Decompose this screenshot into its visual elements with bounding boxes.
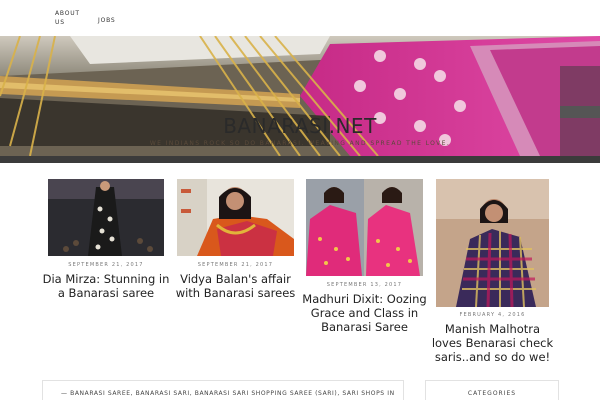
post-title-link[interactable]: Manish Malhotra loves Benarasi check sar… bbox=[430, 322, 555, 364]
sidebar-categories-widget: CATEGORIES bbox=[425, 380, 559, 400]
categories-heading: CATEGORIES bbox=[467, 390, 517, 397]
post-thumbnail-madhuri-dixit[interactable] bbox=[306, 179, 423, 276]
post-title-link[interactable]: Vidya Balan's affair with Banarasi saree… bbox=[171, 272, 300, 300]
post-thumbnail-manish-malhotra[interactable] bbox=[436, 179, 549, 307]
post-date: FEBRUARY 4, 2016 bbox=[459, 312, 526, 318]
post-card: SEPTEMBER 21, 2017 Dia Mirza: Stunning i… bbox=[43, 179, 169, 309]
post-title-link[interactable]: Dia Mirza: Stunning in a Banarasi saree bbox=[42, 272, 170, 300]
post-date: SEPTEMBER 21, 2017 bbox=[68, 262, 144, 268]
site-title[interactable]: BANARASI.NET bbox=[0, 114, 600, 138]
post-date: SEPTEMBER 21, 2017 bbox=[197, 262, 274, 268]
top-navigation: ABOUT US JOBS bbox=[0, 0, 600, 36]
hero-divider-bar bbox=[0, 156, 600, 163]
site-tagline: WE INDIANS ROCK SO DO BANARASI. WEAVING … bbox=[149, 140, 451, 147]
post-card: SEPTEMBER 13, 2017 Madhuri Dixit: Oozing… bbox=[302, 179, 427, 339]
post-card: SEPTEMBER 21, 2017 Vidya Balan's affair … bbox=[176, 179, 295, 309]
hero-loom-image bbox=[0, 36, 600, 156]
nav-about-us-link[interactable]: ABOUT US bbox=[55, 9, 85, 27]
post-title-link[interactable]: Madhuri Dixit: Oozing Grace and Class in… bbox=[300, 292, 429, 334]
post-thumbnail-vidya-balan[interactable] bbox=[177, 179, 294, 256]
hero-header: BANARASI.NET WE INDIANS ROCK SO DO BANAR… bbox=[0, 36, 600, 156]
post-tags-links[interactable]: — BANARASI SAREE, BANARASI SARI, BANARAS… bbox=[61, 390, 395, 397]
post-thumbnail-dia-mirza[interactable] bbox=[48, 179, 164, 256]
post-card: FEBRUARY 4, 2016 Manish Malhotra loves B… bbox=[432, 179, 553, 369]
post-date: SEPTEMBER 13, 2017 bbox=[326, 282, 403, 288]
post-tags-box: — BANARASI SAREE, BANARASI SARI, BANARAS… bbox=[42, 380, 404, 400]
nav-jobs-link[interactable]: JOBS bbox=[98, 16, 116, 25]
